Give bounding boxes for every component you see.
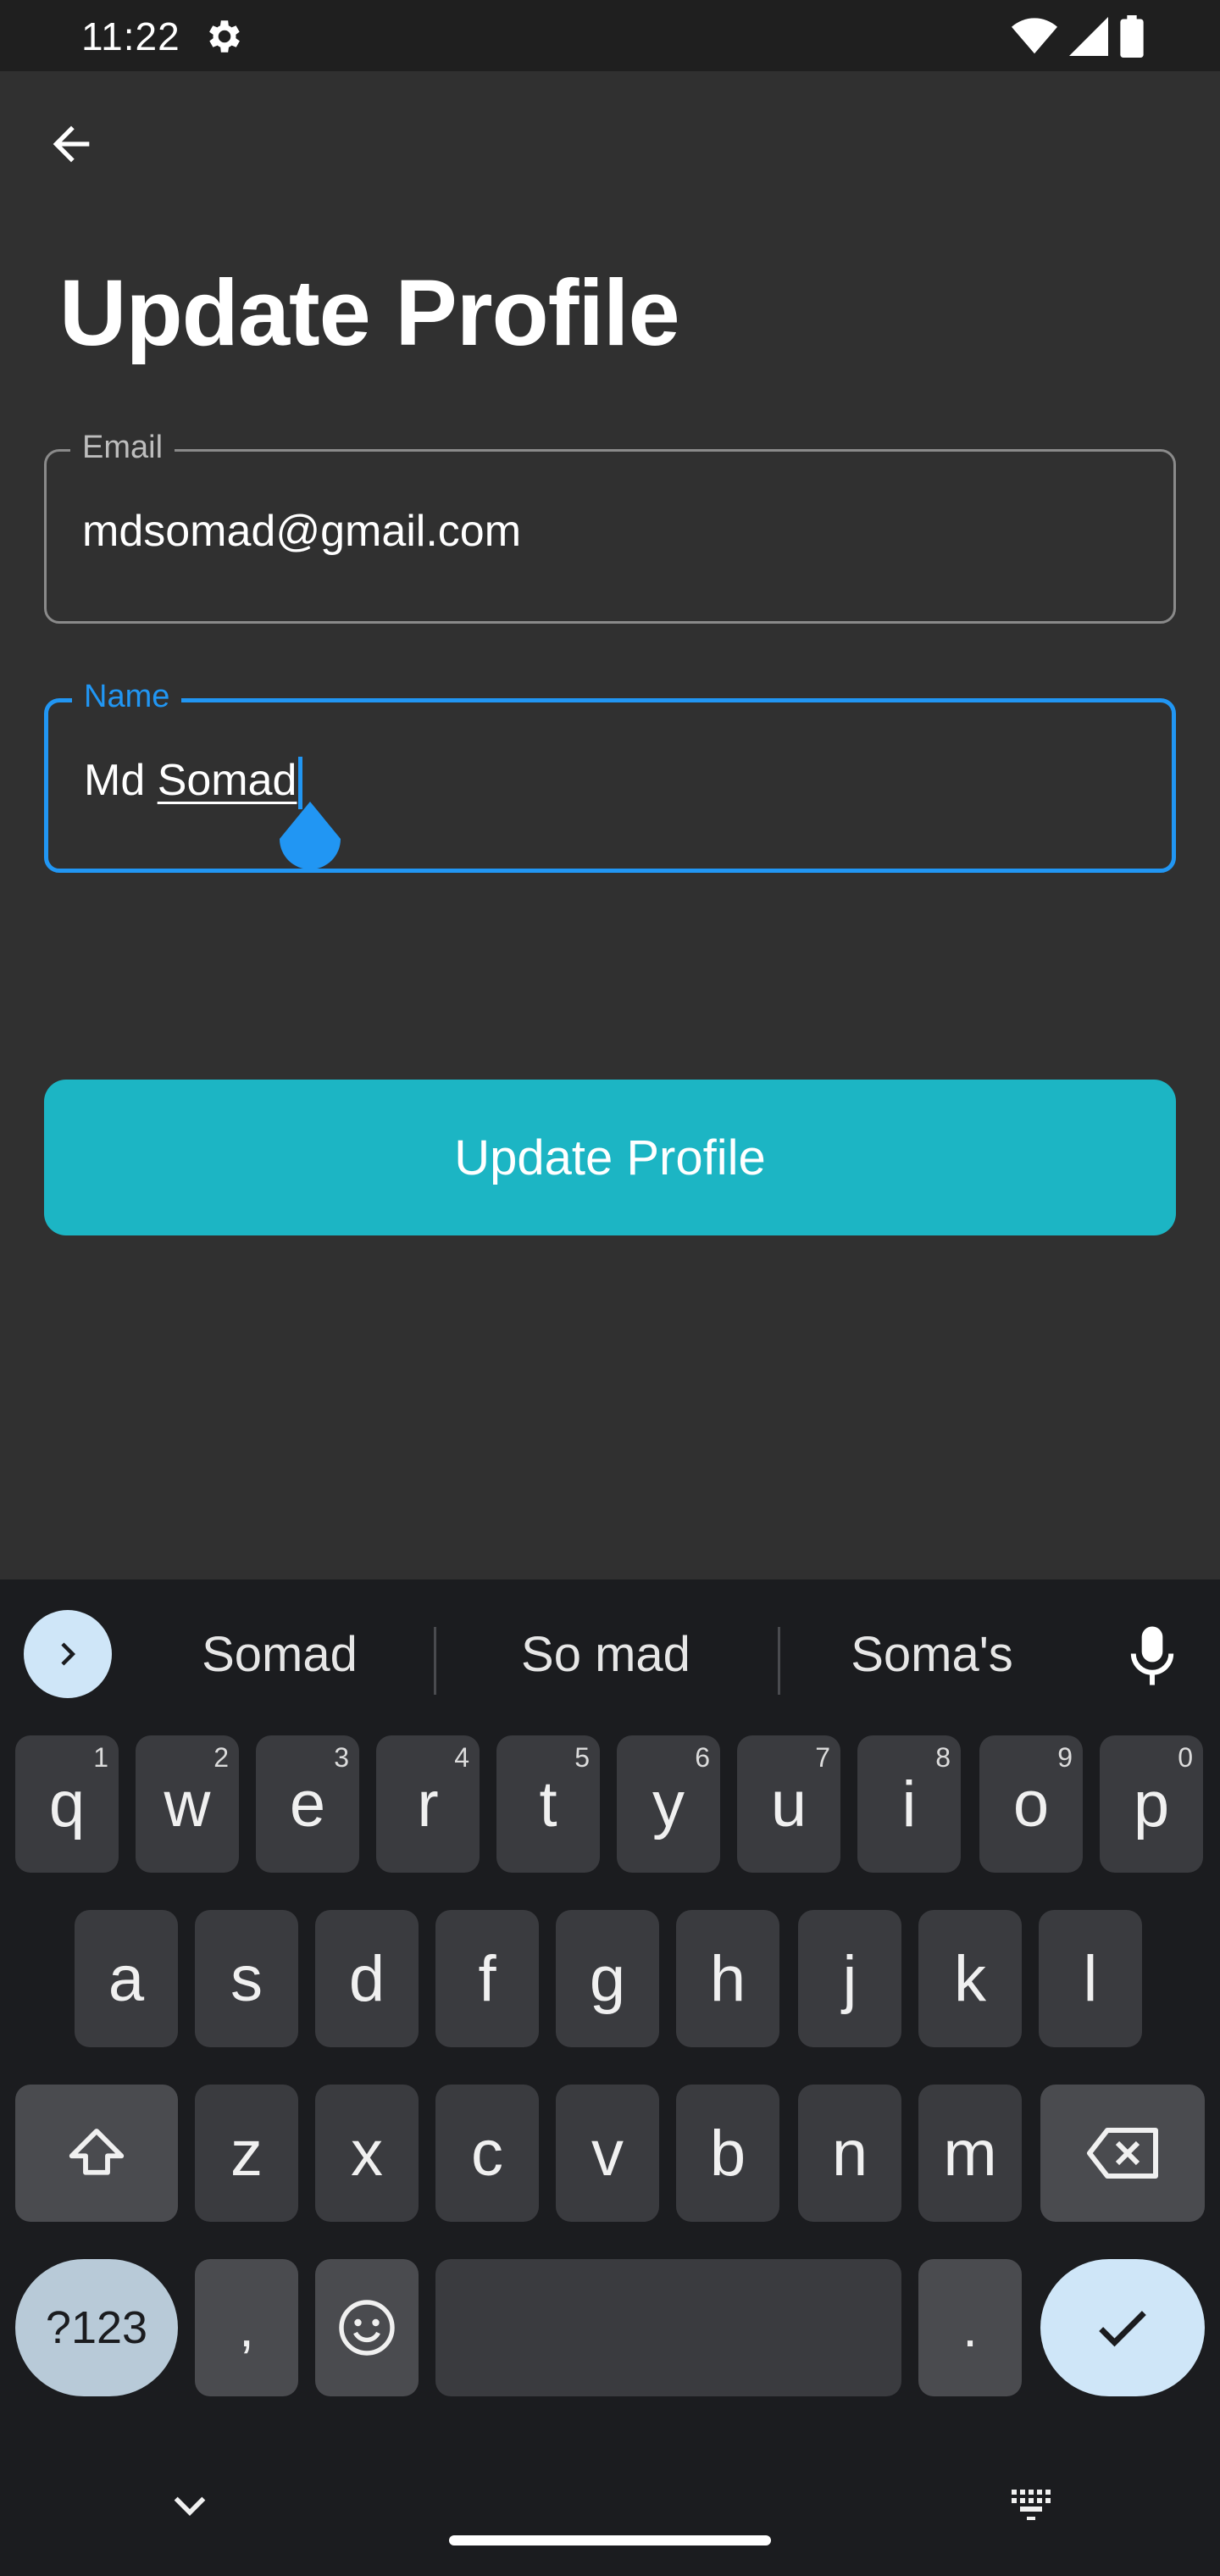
battery-icon (1120, 15, 1144, 58)
emoji-icon (339, 2300, 395, 2356)
suggestion-divider (778, 1627, 780, 1695)
backspace-icon (1087, 2128, 1158, 2179)
gear-icon (209, 20, 240, 53)
key-s[interactable]: s (195, 1910, 298, 2047)
key-b[interactable]: b (676, 2085, 779, 2222)
email-field[interactable]: Email mdsomad@gmail.com (44, 430, 1176, 624)
space-key[interactable] (435, 2259, 901, 2396)
key-g[interactable]: g (556, 1910, 659, 2047)
period-key[interactable]: . (918, 2259, 1022, 2396)
name-field[interactable]: Name Md Somad (44, 679, 1176, 873)
key-m[interactable]: m (918, 2085, 1022, 2222)
key-r[interactable]: r4 (376, 1735, 480, 1873)
back-button[interactable] (41, 114, 102, 175)
comma-key[interactable]: , (195, 2259, 298, 2396)
emoji-key[interactable] (315, 2259, 419, 2396)
key-y[interactable]: y6 (617, 1735, 720, 1873)
key-e[interactable]: e3 (256, 1735, 359, 1873)
voice-input-button[interactable] (1118, 1613, 1186, 1698)
chevron-right-icon (61, 1642, 75, 1666)
done-key[interactable] (1040, 2259, 1205, 2396)
wifi-icon (1012, 18, 1057, 54)
expand-toolbar-button[interactable] (24, 1610, 112, 1698)
key-n[interactable]: n (798, 2085, 901, 2222)
system-icons (1012, 15, 1144, 58)
key-w[interactable]: w2 (136, 1735, 239, 1873)
name-field-value: Md Somad (84, 755, 303, 810)
status-time: 11:22 (81, 14, 180, 58)
key-q[interactable]: q1 (15, 1735, 119, 1873)
signal-icon (1069, 17, 1108, 56)
hide-keyboard-icon[interactable] (166, 2483, 214, 2530)
arrow-left-icon (53, 125, 90, 163)
name-value-prefix: Md (84, 756, 158, 805)
home-gesture-bar[interactable] (449, 2535, 771, 2545)
suggestion-strip: Somad So mad Soma's (0, 1579, 1220, 1708)
email-field-value: mdsomad@gmail.com (82, 507, 522, 556)
symbols-key[interactable]: ?123 (15, 2259, 178, 2396)
key-u[interactable]: u7 (737, 1735, 840, 1873)
page-title: Update Profile (59, 261, 680, 365)
key-a[interactable]: a (75, 1910, 178, 2047)
key-o[interactable]: o9 (979, 1735, 1083, 1873)
key-j[interactable]: j (798, 1910, 901, 2047)
shift-icon (69, 2129, 125, 2175)
key-v[interactable]: v (556, 2085, 659, 2222)
microphone-icon (1130, 1626, 1174, 1685)
key-d[interactable]: d (315, 1910, 419, 2047)
name-value-composing: Somad (157, 756, 297, 805)
suggestion-item[interactable]: So mad (449, 1613, 762, 1695)
key-x[interactable]: x (315, 2085, 419, 2222)
keyboard-switch-icon[interactable] (1008, 2483, 1059, 2525)
backspace-key[interactable] (1040, 2085, 1205, 2222)
key-t[interactable]: t5 (496, 1735, 600, 1873)
key-z[interactable]: z (195, 2085, 298, 2222)
key-f[interactable]: f (435, 1910, 539, 2047)
key-k[interactable]: k (918, 1910, 1022, 2047)
cursor-handle-icon[interactable] (276, 802, 344, 880)
shift-key[interactable] (15, 2085, 178, 2222)
suggestion-divider (434, 1627, 436, 1695)
checkmark-icon (1099, 2311, 1146, 2347)
update-profile-screen: Update Profile Email mdsomad@gmail.com N… (0, 71, 1220, 1579)
key-p[interactable]: p0 (1100, 1735, 1203, 1873)
status-bar: 11:22 (0, 0, 1220, 71)
key-c[interactable]: c (435, 2085, 539, 2222)
soft-keyboard: Somad So mad Soma's q1 w2 e3 r4 t5 y6 u7… (0, 1579, 1220, 2576)
name-field-label: Name (72, 679, 182, 715)
suggestion-item[interactable]: Somad (136, 1613, 424, 1695)
update-profile-button[interactable]: Update Profile (44, 1080, 1176, 1235)
suggestion-item[interactable]: Soma's (788, 1613, 1076, 1695)
key-h[interactable]: h (676, 1910, 779, 2047)
email-field-label: Email (70, 430, 175, 466)
key-i[interactable]: i8 (857, 1735, 961, 1873)
key-l[interactable]: l (1039, 1910, 1142, 2047)
